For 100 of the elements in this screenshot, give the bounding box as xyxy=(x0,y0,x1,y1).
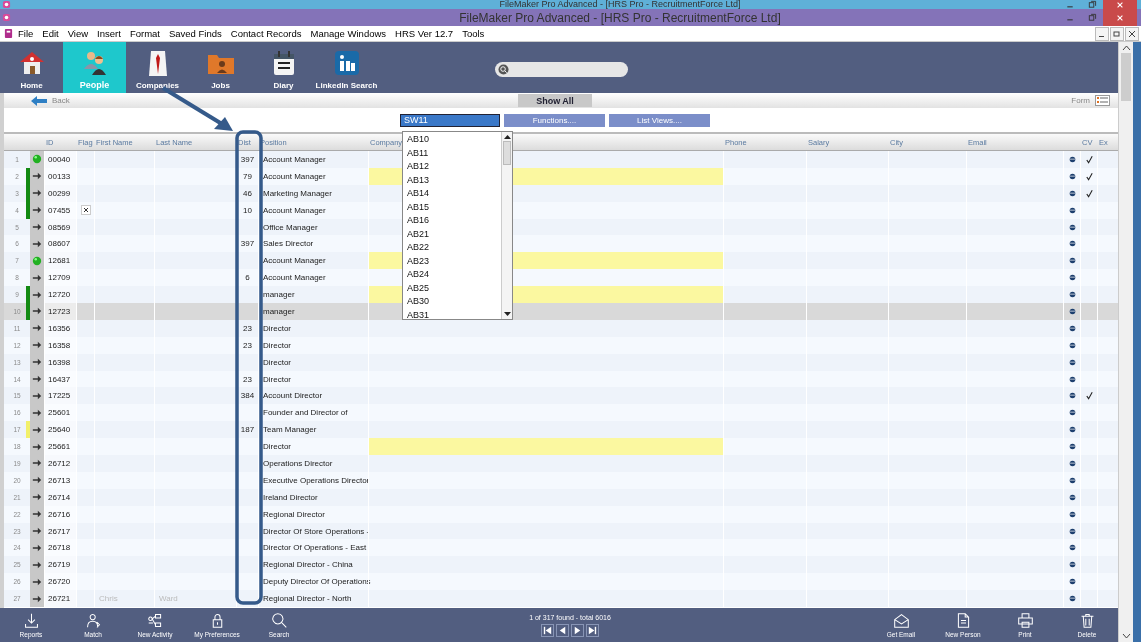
arrow-icon[interactable] xyxy=(32,390,42,401)
email-icon[interactable] xyxy=(1068,510,1076,518)
arrow-icon[interactable] xyxy=(32,475,42,486)
email-icon[interactable] xyxy=(1068,291,1076,299)
scroll-thumb[interactable] xyxy=(503,141,511,165)
email-icon[interactable] xyxy=(1068,172,1076,180)
arrow-icon[interactable] xyxy=(32,272,42,283)
dropdown-option[interactable]: AB31 xyxy=(403,308,501,322)
arrow-icon[interactable] xyxy=(32,357,42,368)
dropdown-option[interactable]: AB12 xyxy=(403,160,501,174)
dropdown-option[interactable]: AB24 xyxy=(403,268,501,282)
arrow-icon[interactable] xyxy=(32,323,42,334)
arrow-icon[interactable] xyxy=(32,458,42,469)
arrow-icon[interactable] xyxy=(32,559,42,570)
arrow-icon[interactable] xyxy=(32,289,42,300)
email-icon[interactable] xyxy=(1068,409,1076,417)
email-icon[interactable] xyxy=(1068,375,1076,383)
dropdown-option[interactable]: AB30 xyxy=(403,295,501,309)
email-icon[interactable] xyxy=(1068,155,1076,163)
arrow-icon[interactable] xyxy=(32,492,42,503)
email-icon[interactable] xyxy=(1068,544,1076,552)
scroll-up-icon[interactable] xyxy=(503,134,511,139)
dropdown-option[interactable]: AB23 xyxy=(403,254,501,268)
nav-tab[interactable]: Jobs xyxy=(189,42,252,93)
back-button[interactable]: Back xyxy=(31,95,70,106)
nav-tab[interactable]: Companies xyxy=(126,42,189,93)
menu-item[interactable]: Saved Finds xyxy=(168,28,222,39)
menu-button[interactable]: List Views.... xyxy=(609,113,710,127)
email-icon[interactable] xyxy=(1068,527,1076,535)
last-record-icon[interactable] xyxy=(586,623,599,637)
next-record-icon[interactable] xyxy=(571,623,584,637)
email-icon[interactable] xyxy=(1068,206,1076,214)
dropdown-option[interactable]: AB11 xyxy=(403,146,501,160)
nav-tab[interactable]: Home xyxy=(0,42,63,93)
previous-record-icon[interactable] xyxy=(556,623,569,637)
arrow-icon[interactable] xyxy=(32,340,42,351)
menu-item[interactable]: Format xyxy=(129,28,160,39)
dropdown-option[interactable]: AB22 xyxy=(403,241,501,255)
email-icon[interactable] xyxy=(1068,459,1076,467)
menu-item[interactable]: Tools xyxy=(462,28,485,39)
arrow-icon[interactable] xyxy=(32,526,42,537)
menu-item[interactable]: File xyxy=(18,28,34,39)
nav-tab[interactable]: People xyxy=(63,42,126,93)
menu-button[interactable]: Functions.... xyxy=(504,113,605,127)
dropdown-option[interactable]: AB21 xyxy=(403,227,501,241)
minimize-icon[interactable] xyxy=(1095,26,1109,41)
arrow-icon[interactable] xyxy=(32,424,42,435)
email-icon[interactable] xyxy=(1068,493,1076,501)
search-field[interactable] xyxy=(495,62,628,77)
list-view-icon[interactable] xyxy=(1095,95,1110,106)
scrollbar[interactable] xyxy=(1118,42,1141,642)
arrow-icon[interactable] xyxy=(32,576,42,587)
email-icon[interactable] xyxy=(1068,595,1076,603)
email-icon[interactable] xyxy=(1068,223,1076,231)
scroll-down-icon[interactable] xyxy=(503,312,511,317)
dropdown-option[interactable]: AB13 xyxy=(403,173,501,187)
dropdown-option[interactable]: AB25 xyxy=(403,281,501,295)
menu-item[interactable]: HRS Ver 12.7 xyxy=(395,28,454,39)
email-icon[interactable] xyxy=(1068,578,1076,586)
dropdown-list[interactable]: AB10 AB11 AB12 AB13 AB14 AB15 AB16 AB21 AB22 AB23 AB24 AB25 AB30 AB31 xyxy=(402,131,513,320)
arrow-icon[interactable] xyxy=(32,509,42,520)
email-icon[interactable] xyxy=(1068,189,1076,197)
scroll-thumb[interactable] xyxy=(1121,53,1131,101)
nav-tab[interactable]: Diary xyxy=(252,42,315,93)
close-icon[interactable] xyxy=(1125,26,1139,41)
email-icon[interactable] xyxy=(1068,561,1076,569)
scroll-down-icon[interactable] xyxy=(1121,633,1131,639)
email-icon[interactable] xyxy=(1068,274,1076,282)
nav-tab[interactable]: LinkedIn Search xyxy=(315,42,378,93)
menu-item[interactable]: Insert xyxy=(97,28,121,39)
dropdown-option[interactable]: AB14 xyxy=(403,187,501,201)
arrow-icon[interactable] xyxy=(32,238,42,249)
email-icon[interactable] xyxy=(1068,443,1076,451)
email-icon[interactable] xyxy=(1068,240,1076,248)
email-icon[interactable] xyxy=(1068,476,1076,484)
arrow-icon[interactable] xyxy=(32,188,42,199)
dropdown-option[interactable]: AB10 xyxy=(403,133,501,147)
email-icon[interactable] xyxy=(1068,324,1076,332)
dropdown-option[interactable]: AB15 xyxy=(403,200,501,214)
arrow-icon[interactable] xyxy=(32,171,42,182)
arrow-icon[interactable] xyxy=(32,222,42,232)
menu-item[interactable]: View xyxy=(67,28,89,39)
email-icon[interactable] xyxy=(1068,358,1076,366)
arrow-icon[interactable] xyxy=(32,593,42,604)
form-view-link[interactable]: Form xyxy=(1071,96,1090,105)
email-icon[interactable] xyxy=(1068,341,1076,349)
email-icon[interactable] xyxy=(1068,307,1076,315)
arrow-icon[interactable] xyxy=(32,306,42,317)
menu-item[interactable]: Edit xyxy=(42,28,59,39)
flag-x-icon[interactable] xyxy=(80,205,91,216)
scroll-up-icon[interactable] xyxy=(1121,45,1131,51)
email-icon[interactable] xyxy=(1068,426,1076,434)
menu-item[interactable]: Manage Windows xyxy=(310,28,387,39)
first-record-icon[interactable] xyxy=(541,623,554,637)
arrow-icon[interactable] xyxy=(32,441,42,452)
arrow-icon[interactable] xyxy=(32,407,42,418)
menu-item[interactable]: Contact Records xyxy=(230,28,302,39)
email-icon[interactable] xyxy=(1068,257,1076,265)
email-icon[interactable] xyxy=(1068,392,1076,400)
arrow-icon[interactable] xyxy=(32,374,42,384)
